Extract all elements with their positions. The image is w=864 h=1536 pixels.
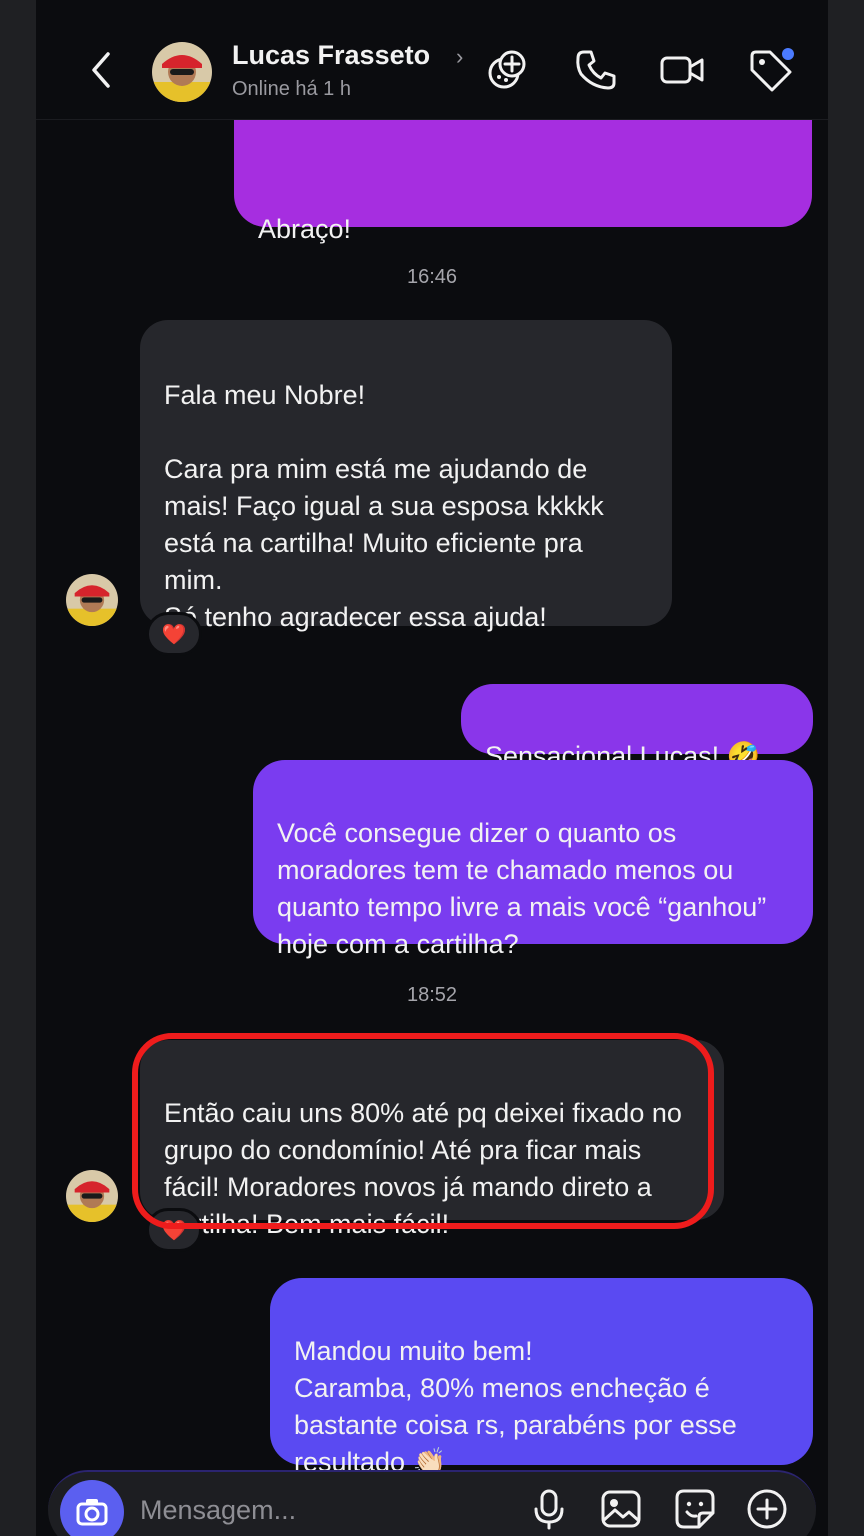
contact-name[interactable]: Lucas Frasseto bbox=[232, 40, 430, 71]
message-input[interactable] bbox=[140, 1490, 480, 1530]
video-icon[interactable] bbox=[658, 46, 706, 94]
contact-status: Online há 1 h bbox=[232, 78, 351, 100]
outgoing-message[interactable]: Sensacional Lucas! 🤣 bbox=[461, 684, 813, 771]
message-text: Fala meu Nobre! Cara pra mim está me aju… bbox=[164, 380, 604, 632]
message-text: Mandou muito bem! Caramba, 80% menos enc… bbox=[294, 1336, 737, 1477]
contact-avatar[interactable] bbox=[152, 42, 212, 102]
heart-reaction-icon[interactable]: ❤️ bbox=[146, 612, 202, 656]
avatar[interactable] bbox=[66, 1170, 118, 1222]
gallery-icon[interactable] bbox=[598, 1486, 644, 1532]
incoming-message[interactable]: Fala meu Nobre! Cara pra mim está me aju… bbox=[140, 320, 672, 632]
sticker-icon[interactable] bbox=[672, 1486, 718, 1532]
timestamp: 16:46 bbox=[406, 266, 458, 288]
phone-icon[interactable] bbox=[572, 46, 620, 94]
microphone-icon[interactable] bbox=[526, 1486, 572, 1532]
back-chevron-icon[interactable] bbox=[86, 50, 116, 90]
timestamp: 18:52 bbox=[406, 984, 458, 1006]
avatar[interactable] bbox=[66, 574, 118, 626]
effects-icon[interactable] bbox=[484, 46, 532, 94]
reaction-emoji: ❤️ bbox=[161, 1219, 187, 1242]
chevron-right-icon[interactable]: › bbox=[456, 44, 463, 70]
reaction-emoji: ❤️ bbox=[161, 623, 187, 646]
plus-icon[interactable] bbox=[744, 1486, 790, 1532]
outgoing-message[interactable]: Você consegue dizer o quanto os moradore… bbox=[253, 760, 813, 959]
chat-screen: Lucas Frasseto › Online há 1 h Abraço! 1… bbox=[36, 0, 828, 1536]
message-text: Então caiu uns 80% até pq deixei fixado … bbox=[164, 1098, 682, 1239]
chat-header: Lucas Frasseto › Online há 1 h bbox=[36, 0, 828, 120]
incoming-message[interactable]: Então caiu uns 80% até pq deixei fixado … bbox=[140, 1040, 724, 1239]
message-composer bbox=[48, 1470, 816, 1536]
message-text: Você consegue dizer o quanto os moradore… bbox=[277, 818, 767, 959]
outgoing-message[interactable]: Mandou muito bem! Caramba, 80% menos enc… bbox=[270, 1278, 813, 1477]
camera-icon bbox=[76, 1499, 108, 1526]
tag-icon[interactable] bbox=[746, 46, 794, 94]
heart-reaction-icon[interactable]: ❤️ bbox=[146, 1208, 202, 1252]
message-text: Abraço! bbox=[258, 214, 352, 244]
camera-button[interactable] bbox=[60, 1480, 124, 1536]
